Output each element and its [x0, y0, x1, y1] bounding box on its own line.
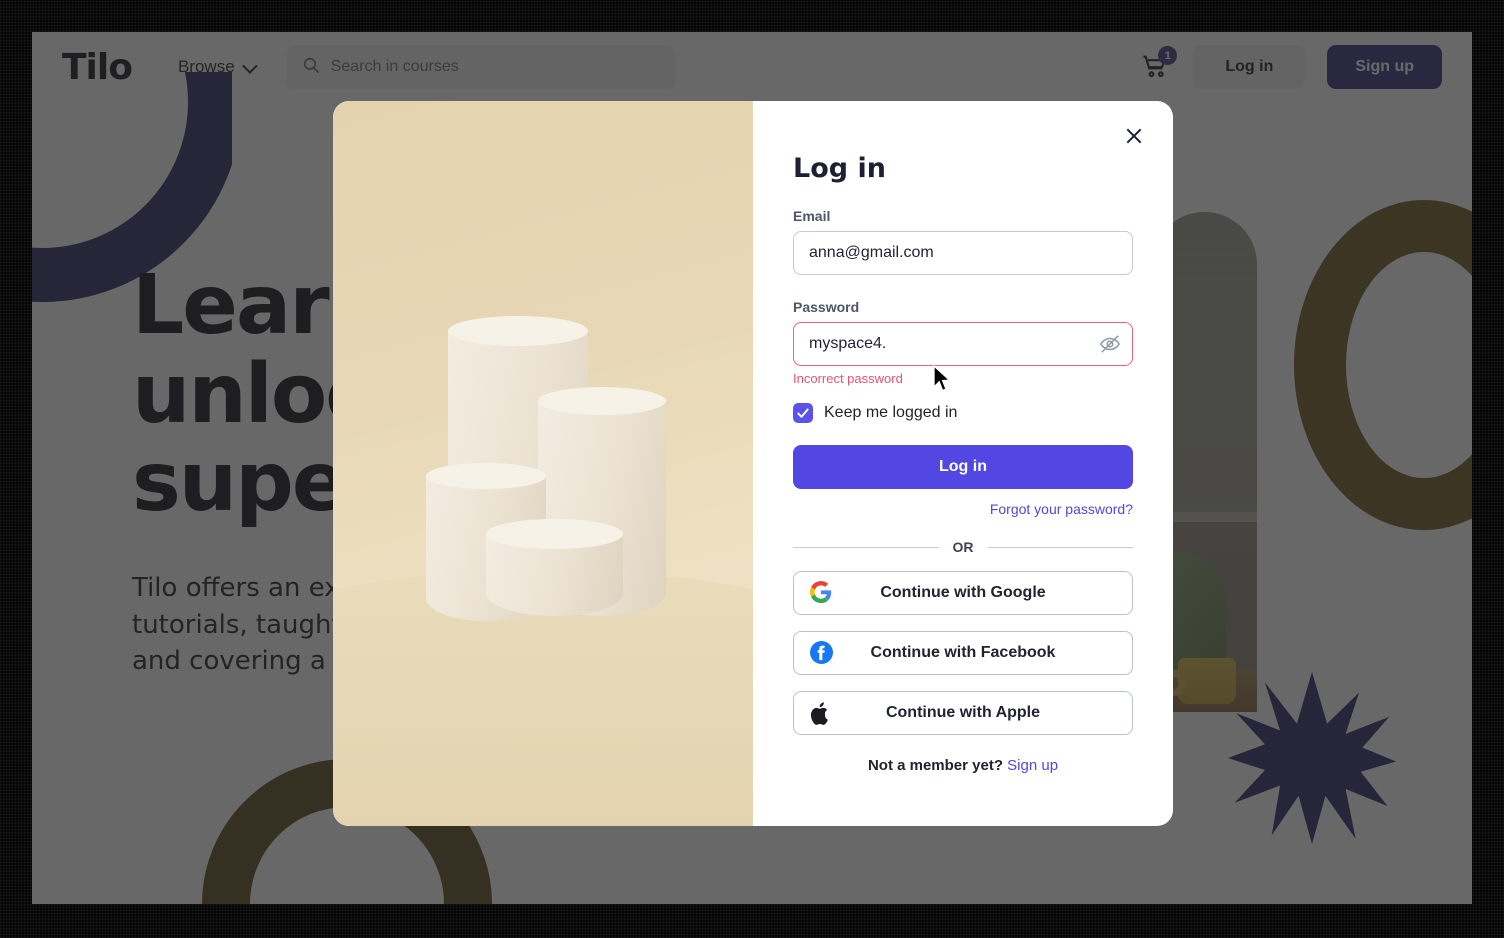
email-label: Email [793, 208, 831, 224]
signup-link[interactable]: Sign up [1007, 757, 1058, 774]
password-field[interactable] [793, 322, 1133, 366]
password-error-message: Incorrect password [793, 371, 903, 386]
screen-frame: Tilo Browse Search in courses [0, 0, 1504, 938]
login-form: Log in Email Password [753, 101, 1173, 826]
apple-icon [810, 701, 834, 725]
signup-prompt: Not a member yet? Sign up [793, 757, 1133, 774]
eye-off-icon[interactable] [1099, 333, 1121, 355]
divider: OR [793, 539, 1133, 555]
checkmark-icon [793, 403, 813, 423]
continue-with-apple-button[interactable]: Continue with Apple [793, 691, 1133, 735]
browser-viewport: Tilo Browse Search in courses [32, 32, 1472, 904]
social-label: Continue with Apple [885, 704, 1041, 721]
keep-logged-in-label: Keep me logged in [824, 404, 958, 421]
password-field-group: Password Incorrect password [793, 299, 1133, 386]
divider-label: OR [952, 539, 974, 555]
google-icon [810, 581, 834, 605]
facebook-icon [810, 641, 834, 665]
login-modal: Log in Email Password [333, 101, 1173, 826]
continue-with-facebook-button[interactable]: Continue with Facebook [793, 631, 1133, 675]
social-label: Continue with Facebook [870, 644, 1056, 661]
modal-title: Log in [793, 153, 886, 184]
podium-pedestals-image [333, 101, 753, 826]
login-submit-button[interactable]: Log in [793, 445, 1133, 489]
email-field-group: Email [793, 208, 1133, 275]
signup-prompt-text: Not a member yet? [867, 757, 1003, 774]
keep-logged-in-checkbox[interactable]: Keep me logged in [793, 403, 1133, 423]
forgot-password-link[interactable]: Forgot your password? [793, 501, 1133, 517]
social-label: Continue with Google [880, 584, 1046, 601]
password-label: Password [793, 299, 860, 315]
email-field[interactable] [793, 231, 1133, 275]
continue-with-google-button[interactable]: Continue with Google [793, 571, 1133, 615]
close-icon[interactable] [1121, 123, 1147, 149]
